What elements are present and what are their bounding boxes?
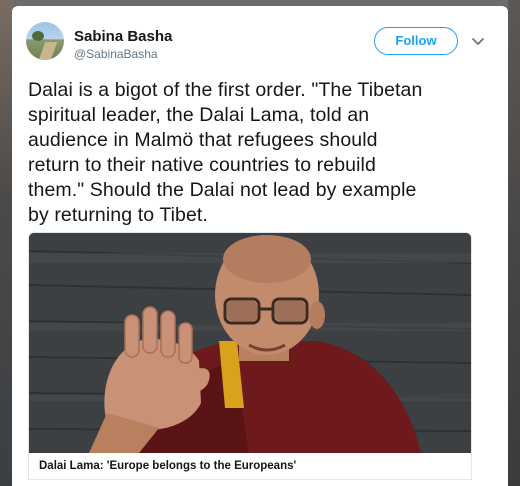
tweet-text-line: audience in Malmö that refugees should (28, 129, 378, 151)
avatar-path (38, 42, 58, 60)
background-right (508, 0, 520, 486)
media-card[interactable]: Dalai Lama: 'Europe belongs to the Europ… (28, 232, 472, 480)
photo-illustration (29, 233, 471, 453)
follow-button[interactable]: Follow (374, 27, 458, 55)
avatar-tree (32, 31, 44, 41)
author-handle[interactable]: @SabinaBasha (74, 47, 158, 61)
chevron-down-icon[interactable] (470, 33, 486, 49)
tweet-text-line: spiritual leader, the Dalai Lama, told a… (28, 104, 370, 126)
tweet-text: Dalai is a bigot of the first order. "Th… (28, 78, 478, 228)
news-photo[interactable] (29, 233, 471, 453)
author-name[interactable]: Sabina Basha (74, 28, 172, 45)
media-caption[interactable]: Dalai Lama: 'Europe belongs to the Europ… (39, 460, 296, 472)
tweet-text-line: by returning to Tibet. (28, 204, 208, 226)
tweet-text-line: them." Should the Dalai not lead by exam… (28, 179, 417, 201)
tweet-header: Sabina Basha @SabinaBasha Follow (26, 22, 486, 72)
tweet-text-line: Dalai is a bigot of the first order. "Th… (28, 79, 423, 101)
tweet-text-line: return to their native countries to rebu… (28, 154, 376, 176)
avatar[interactable] (26, 22, 64, 60)
